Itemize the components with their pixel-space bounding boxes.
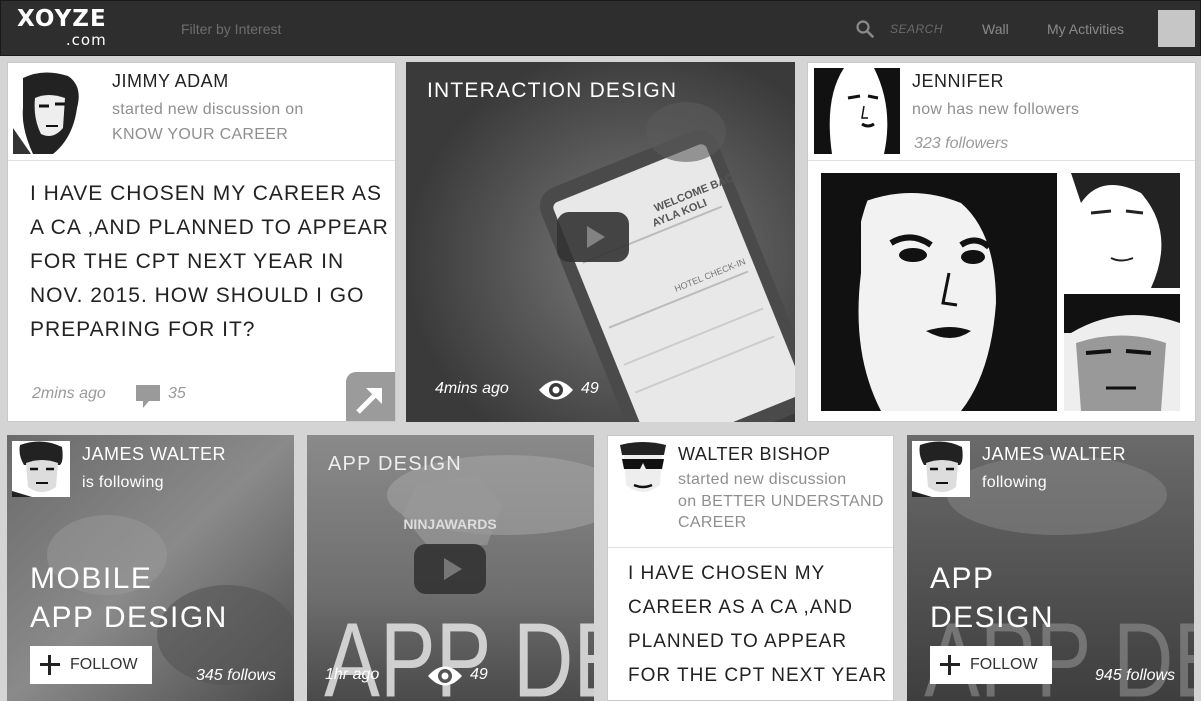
avatar — [13, 68, 89, 154]
view-count: 49 — [470, 666, 488, 683]
card-title: INTERACTION DESIGN — [427, 79, 678, 102]
jennifer-portrait-icon — [814, 68, 900, 154]
follow-button[interactable]: FOLLOW — [30, 646, 152, 684]
logo-main: XOYZE — [17, 6, 107, 32]
logo-sub: .com — [65, 31, 107, 49]
discussion-topic[interactable]: on BETTER UNDERSTAND CAREER — [678, 491, 890, 533]
walter-portrait-icon — [614, 441, 672, 499]
timestamp: 2mins ago — [32, 385, 106, 402]
nav-wall[interactable]: Wall — [982, 21, 1009, 37]
play-button[interactable] — [414, 544, 486, 594]
arrow-up-right-icon — [356, 388, 382, 414]
video-card-interaction-design[interactable]: WELCOME BACK AYLA KOLI HOTEL CHECK-IN IN… — [406, 62, 795, 422]
divider — [608, 547, 893, 548]
user-name[interactable]: JAMES WALTER — [982, 444, 1126, 465]
video-card-app-design[interactable]: NINJAWARDS APP DESIGN APP DESIGN 1hr ago… — [307, 435, 594, 701]
eye-icon — [539, 380, 573, 400]
plus-icon — [940, 655, 960, 675]
card-title: APP DESIGN — [328, 453, 462, 475]
eye-icon — [428, 666, 462, 686]
user-name[interactable]: JENNIFER — [912, 71, 1004, 92]
james-portrait-icon — [12, 441, 70, 497]
follower-collage-image — [821, 173, 1180, 411]
activity-text: is following — [82, 474, 164, 491]
activity-text: started new discussion — [678, 471, 847, 488]
jimmy-portrait-icon — [13, 68, 89, 154]
timestamp: 4mins ago — [435, 380, 509, 397]
user-avatar[interactable] — [1158, 10, 1195, 47]
share-button[interactable] — [346, 372, 395, 421]
top-bar: XOYZE .com Filter by Interest SEARCH Wal… — [0, 0, 1201, 56]
activity-text: now has new followers — [912, 101, 1080, 118]
search-input[interactable]: SEARCH — [890, 22, 943, 36]
follow-button-label: FOLLOW — [970, 656, 1038, 673]
view-count: 49 — [581, 380, 599, 397]
play-button[interactable] — [557, 212, 629, 262]
follows-count: 945 follows — [1095, 667, 1176, 684]
discussion-text: I HAVE CHOSEN MY CAREER AS A CA ,AND PLA… — [30, 182, 389, 341]
divider — [808, 160, 1195, 161]
followers-card-jennifer[interactable]: JENNIFER now has new followers 323 follo… — [807, 62, 1196, 422]
activity-text: following — [982, 474, 1047, 491]
james-portrait-icon — [912, 441, 970, 497]
interest-title-line1: MOBILE — [30, 562, 153, 595]
discussion-text: I HAVE CHOSEN MY CAREER AS A CA ,AND PLA… — [628, 563, 888, 700]
discussion-card-jimmy[interactable]: JIMMY ADAM started new discussion on KNO… — [7, 62, 396, 422]
follow-button[interactable]: FOLLOW — [930, 646, 1052, 684]
activity-text: started new discussion on — [112, 101, 304, 118]
nav-my-activities[interactable]: My Activities — [1047, 21, 1124, 37]
badge-text: NINJAWARDS — [403, 516, 496, 532]
site-logo[interactable]: XOYZE .com — [17, 7, 107, 48]
avatar — [814, 68, 900, 154]
follow-card-mobile-app-design[interactable]: JAMES WALTER is following MOBILE APP DES… — [7, 435, 294, 701]
user-name[interactable]: JIMMY ADAM — [112, 71, 229, 92]
plus-icon — [40, 655, 60, 675]
divider — [8, 160, 395, 161]
comment-count: 35 — [168, 385, 186, 402]
follow-button-label: FOLLOW — [70, 656, 138, 673]
interest-title-line2: DESIGN — [930, 601, 1055, 634]
discussion-topic[interactable]: KNOW YOUR CAREER — [112, 122, 288, 147]
avatar — [614, 441, 672, 499]
avatar — [12, 441, 70, 497]
follow-card-app-design[interactable]: APP DESIGN JAMES WALTER following APP DE… — [907, 435, 1194, 701]
follows-count: 345 follows — [196, 667, 277, 684]
comment-icon[interactable] — [135, 384, 161, 410]
timestamp: 1hr ago — [325, 666, 380, 683]
discussion-card-walter[interactable]: WALTER BISHOP started new discussion on … — [607, 435, 894, 701]
interest-title-line1: APP — [930, 562, 995, 595]
search-icon[interactable] — [856, 20, 874, 38]
filter-by-interest[interactable]: Filter by Interest — [181, 21, 281, 37]
user-name[interactable]: JAMES WALTER — [82, 444, 226, 465]
user-name[interactable]: WALTER BISHOP — [678, 444, 831, 465]
avatar — [912, 441, 970, 497]
follower-count: 323 followers — [914, 135, 1009, 152]
interest-title-line2: APP DESIGN — [30, 601, 228, 634]
